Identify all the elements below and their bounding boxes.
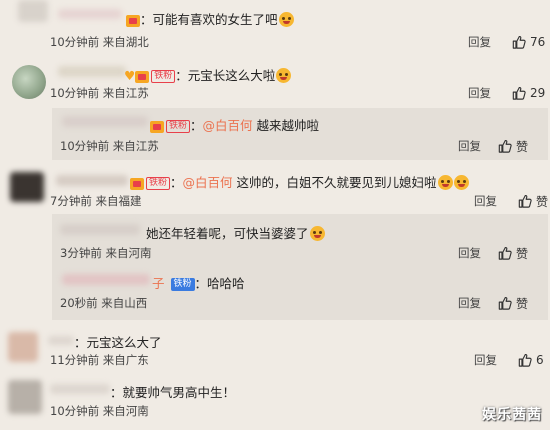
reply-text: 她还年轻着呢，可快当婆婆了	[146, 223, 325, 242]
member-badge-icon	[130, 177, 144, 190]
thumbs-up-icon	[518, 194, 532, 208]
thumbs-up-icon	[498, 139, 512, 153]
reply-button[interactable]: 回复	[458, 138, 481, 154]
comment-text: ：可能有喜欢的女生了吧	[126, 9, 294, 28]
comment-meta: 11分钟前 来自广东	[50, 353, 149, 367]
username-blurred[interactable]	[58, 66, 126, 77]
comment-4: ：元宝这么大了 11分钟前 来自广东 回复 6	[0, 326, 550, 374]
like-button[interactable]: 29	[512, 85, 545, 101]
thumbs-up-icon	[518, 353, 532, 367]
avatar[interactable]	[8, 380, 42, 414]
username-blurred[interactable]	[62, 274, 150, 285]
laugh-emoji-icon	[278, 12, 294, 27]
reply-button[interactable]: 回复	[468, 34, 491, 50]
reply-button[interactable]: 回复	[474, 352, 497, 368]
thumbs-up-icon	[512, 86, 526, 100]
reply-thread-2: 她还年轻着呢，可快当婆婆了 3分钟前 来自河南 回复 赞 子 铁粉 ：哈哈哈 20…	[52, 214, 548, 320]
comment-meta: 10分钟前 来自湖北	[50, 35, 149, 49]
comment-3: 铁粉 ：@白百何 这帅的，白姐不久就要见到儿媳妇啦 7分钟前 来自福建 回复 赞	[0, 166, 550, 210]
thumbs-up-icon	[498, 246, 512, 260]
comment-1: ：可能有喜欢的女生了吧 10分钟前 来自湖北 回复 76	[0, 0, 550, 57]
avatar[interactable]	[18, 0, 48, 22]
fan-badge: 铁粉	[151, 70, 176, 83]
username-blurred[interactable]	[60, 224, 140, 235]
comment-text: ：就要帅气男高中生！	[110, 385, 236, 400]
like-button[interactable]: 赞	[498, 295, 528, 311]
username-blurred[interactable]	[58, 9, 122, 19]
comment-text: 铁粉 ：@白百何 这帅的，白姐不久就要见到儿媳妇啦	[130, 172, 469, 191]
fan-badge: 铁粉	[146, 177, 171, 190]
reply-meta: 3分钟前 来自河南	[60, 246, 152, 260]
grin-emoji-icon	[437, 175, 453, 190]
reply-meta: 10分钟前 来自江苏	[60, 139, 159, 153]
fan-badge: 铁粉	[170, 278, 195, 291]
mention-link[interactable]: @白百何	[203, 118, 253, 133]
mention-link[interactable]: @白百何	[183, 175, 233, 190]
comment-text: ：元宝这么大了	[74, 335, 162, 350]
reply-text: 铁粉 ：@白百何 越来越帅啦	[150, 115, 319, 134]
reply-thread-1: 铁粉 ：@白百何 越来越帅啦 10分钟前 来自江苏 回复 赞	[52, 108, 548, 160]
avatar[interactable]	[10, 172, 44, 202]
like-button[interactable]: 赞	[518, 193, 548, 209]
thumbs-up-icon	[498, 296, 512, 310]
username-suffix[interactable]: 子	[152, 276, 165, 291]
comment-text: ♥ 铁粉 ：元宝长这么大啦	[124, 65, 292, 84]
like-button[interactable]: 76	[512, 34, 545, 50]
surprised-emoji-icon	[309, 226, 325, 241]
comment-meta: 7分钟前 来自福建	[50, 194, 142, 208]
thumbs-up-icon	[512, 35, 526, 49]
reply-button[interactable]: 回复	[474, 193, 497, 209]
like-button[interactable]: 赞	[498, 138, 528, 154]
reply-button[interactable]: 回复	[468, 85, 491, 101]
fan-badge: 铁粉	[166, 120, 191, 133]
like-button[interactable]: 赞	[498, 245, 528, 261]
member-badge-icon	[135, 70, 150, 83]
comment-meta: 10分钟前 来自江苏	[50, 86, 149, 100]
reply-meta: 20秒前 来自山西	[60, 296, 148, 310]
like-button[interactable]: 6	[518, 352, 544, 368]
member-badge-icon	[126, 14, 140, 27]
member-badge-icon	[150, 120, 164, 133]
username-blurred[interactable]	[50, 384, 110, 394]
grin-emoji-icon	[453, 175, 469, 190]
reply-button[interactable]: 回复	[458, 245, 481, 261]
username-blurred[interactable]	[56, 175, 128, 186]
cheer-emoji-icon	[276, 68, 292, 83]
avatar[interactable]	[8, 332, 38, 362]
comment-meta: 10分钟前 来自河南	[50, 404, 149, 418]
comment-2: ♥ 铁粉 ：元宝长这么大啦 10分钟前 来自江苏 回复 29	[0, 57, 550, 105]
watermark: 娱乐茜茜	[482, 407, 542, 423]
avatar[interactable]	[12, 65, 46, 99]
reply-text: 子 铁粉 ：哈哈哈	[152, 276, 245, 291]
comment-5: ：就要帅气男高中生！ 10分钟前 来自河南 回复	[0, 374, 550, 430]
username-blurred[interactable]	[48, 336, 74, 345]
username-blurred[interactable]	[62, 116, 148, 127]
reply-button[interactable]: 回复	[458, 295, 481, 311]
